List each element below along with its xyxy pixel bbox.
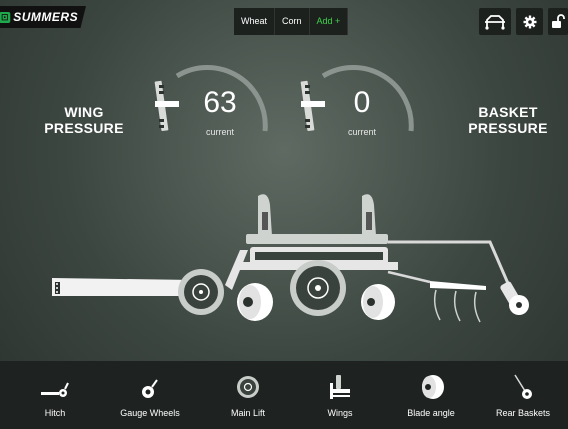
top-bar: ⊡ SUMMERS Wheat Corn Add + <box>0 0 568 36</box>
basket-pressure-title: BASKET PRESSURE <box>460 104 556 136</box>
hitch-icon <box>41 382 69 397</box>
bottom-nav: Hitch Gauge Wheels Main Lift Wings Blade… <box>0 361 568 429</box>
crop-corn-button[interactable]: Corn <box>275 8 310 35</box>
crop-wheat-button[interactable]: Wheat <box>234 8 276 35</box>
diagram-rear-baskets[interactable] <box>387 240 529 323</box>
basket-title-line2: PRESSURE <box>468 120 548 136</box>
basket-pressure-sub: current <box>347 127 376 137</box>
nav-rear-baskets-label: Rear Baskets <box>495 408 551 418</box>
nav-main-lift-label: Main Lift <box>230 408 265 418</box>
settings-button[interactable] <box>516 8 543 35</box>
gear-icon <box>523 15 536 28</box>
brand-logo: ⊡ SUMMERS <box>0 6 86 28</box>
nav-gauge-wheels[interactable]: Gauge Wheels <box>105 361 195 429</box>
brand-name: SUMMERS <box>13 10 79 24</box>
wing-pressure-sub: current <box>205 127 234 137</box>
wing-title-line1: WING <box>64 104 104 120</box>
lock-button[interactable] <box>548 8 568 35</box>
nav-hitch-label: Hitch <box>44 408 66 418</box>
nav-blade-angle[interactable]: Blade angle <box>386 361 476 429</box>
hitch-frame-icon <box>485 14 505 30</box>
wings-icon <box>330 375 350 399</box>
nav-hitch[interactable]: Hitch <box>10 361 100 429</box>
diagram-main-lift[interactable] <box>290 260 346 316</box>
gauge-wheel-icon <box>142 379 158 398</box>
diagram-hitch[interactable] <box>52 278 195 296</box>
nav-wings[interactable]: Wings <box>295 361 385 429</box>
basket-icon <box>514 374 532 399</box>
basket-pressure-value: 0 <box>353 86 371 119</box>
wing-title-line2: PRESSURE <box>44 120 124 136</box>
hitch-frame-button[interactable] <box>479 8 511 35</box>
lock-open-icon <box>552 13 565 28</box>
nav-main-lift[interactable]: Main Lift <box>203 361 293 429</box>
nav-wings-label: Wings <box>327 408 353 418</box>
crop-selector: Wheat Corn Add + <box>234 8 349 35</box>
nav-gauge-wheels-label: Gauge Wheels <box>120 408 180 418</box>
diagram-wings[interactable] <box>258 194 376 236</box>
wing-pressure-title: WING PRESSURE <box>44 104 124 136</box>
brand-mark-icon: ⊡ <box>0 11 11 23</box>
implement-diagram <box>52 194 529 323</box>
main-lift-icon <box>237 376 259 398</box>
wing-pressure-value: 63 <box>203 86 237 119</box>
add-crop-button[interactable]: Add + <box>309 8 349 35</box>
nav-rear-baskets[interactable]: Rear Baskets <box>478 361 568 429</box>
blade-icon <box>422 375 444 399</box>
nav-blade-angle-label: Blade angle <box>407 408 455 418</box>
basket-title-line1: BASKET <box>478 104 538 120</box>
